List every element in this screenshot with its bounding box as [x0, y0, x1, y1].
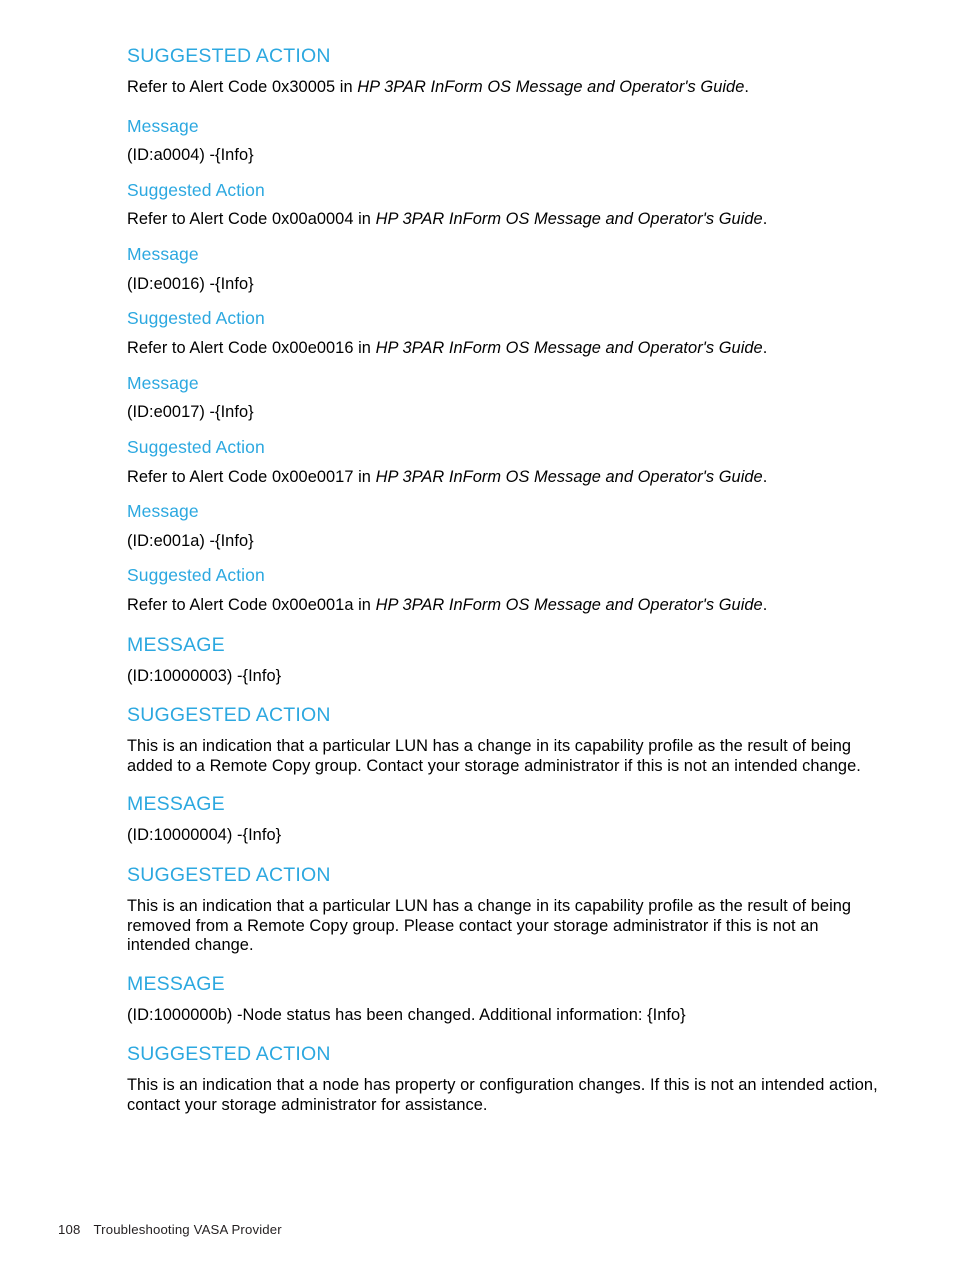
- heading-message: MESSAGE: [127, 793, 225, 816]
- guide-title-italic: HP 3PAR InForm OS Message and Operator's…: [357, 77, 745, 96]
- body-paragraph: Refer to Alert Code 0x00e0016 in HP 3PAR…: [127, 339, 882, 359]
- body-text-pre: Refer to Alert Code 0x00e0017 in: [127, 467, 376, 486]
- body-paragraph: (ID:10000004) -{Info}: [127, 826, 282, 845]
- body-paragraph: (ID:10000003) -{Info}: [127, 666, 282, 685]
- body-text-post: .: [744, 77, 749, 96]
- heading-suggested-action: Suggested Action: [127, 308, 265, 329]
- heading-message: MESSAGE: [127, 972, 225, 995]
- body-text-pre: Refer to Alert Code 0x00e001a in: [127, 596, 376, 615]
- footer-page-number: 108: [58, 1222, 81, 1237]
- section-suggested-action-0x30005: SUGGESTED ACTION Refer to Alert Code 0x3…: [127, 45, 882, 98]
- heading-suggested-action: SUGGESTED ACTION: [127, 1043, 331, 1066]
- body-text-pre: Refer to Alert Code 0x00a0004 in: [127, 210, 376, 229]
- body-paragraph: (ID:e001a) -{Info}: [127, 531, 254, 550]
- body-paragraph: (ID:e0017) -{Info}: [127, 403, 254, 422]
- section-suggested-action-0x00e0016: Suggested Action Refer to Alert Code 0x0…: [127, 309, 882, 358]
- body-paragraph: Refer to Alert Code 0x00a0004 in HP 3PAR…: [127, 210, 882, 230]
- body-paragraph: Refer to Alert Code 0x30005 in HP 3PAR I…: [127, 78, 882, 98]
- document-page: SUGGESTED ACTION Refer to Alert Code 0x3…: [0, 0, 954, 1271]
- body-text-pre: Refer to Alert Code 0x30005 in: [127, 77, 358, 96]
- section-message-10000003: MESSAGE (ID:10000003) -{Info}: [127, 633, 882, 687]
- body-paragraph: (ID:1000000b) -Node status has been chan…: [127, 1005, 686, 1024]
- section-message-10000004: MESSAGE (ID:10000004) -{Info}: [127, 794, 882, 846]
- page-footer: 108 Troubleshooting VASA Provider: [58, 1222, 282, 1237]
- heading-suggested-action: SUGGESTED ACTION: [127, 45, 331, 67]
- heading-message: Message: [127, 115, 199, 136]
- heading-message: Message: [127, 372, 199, 393]
- body-text-post: .: [762, 338, 768, 357]
- section-suggested-action-0x00e0017: Suggested Action Refer to Alert Code 0x0…: [127, 436, 882, 488]
- section-message-1000000b: MESSAGE (ID:1000000b) -Node status has b…: [127, 972, 882, 1026]
- guide-title-italic: HP 3PAR InForm OS Message and Operator's…: [375, 210, 763, 229]
- body-text-post: .: [762, 467, 768, 486]
- body-paragraph: (ID:a0004) -{Info}: [127, 146, 254, 165]
- section-suggested-action-10000003: SUGGESTED ACTION This is an indication t…: [127, 704, 882, 776]
- section-message-a0004: Message (ID:a0004) -{Info}: [127, 115, 882, 166]
- heading-message: Message: [127, 501, 199, 522]
- body-text-post: .: [762, 210, 768, 229]
- guide-title-italic: HP 3PAR InForm OS Message and Operator's…: [375, 596, 763, 615]
- heading-suggested-action: Suggested Action: [127, 179, 265, 200]
- body-paragraph: This is an indication that a particular …: [127, 896, 852, 955]
- section-suggested-action-1000000b: SUGGESTED ACTION This is an indication t…: [127, 1044, 882, 1115]
- heading-suggested-action: Suggested Action: [127, 436, 265, 457]
- body-paragraph: (ID:e0016) -{Info}: [127, 274, 254, 293]
- page-content: SUGGESTED ACTION Refer to Alert Code 0x3…: [127, 45, 882, 1116]
- section-message-e0016: Message (ID:e0016) -{Info}: [127, 244, 882, 294]
- body-paragraph: Refer to Alert Code 0x00e001a in HP 3PAR…: [127, 596, 882, 616]
- guide-title-italic: HP 3PAR InForm OS Message and Operator's…: [375, 338, 763, 357]
- section-message-e001a: Message (ID:e001a) -{Info}: [127, 502, 882, 551]
- heading-suggested-action: Suggested Action: [127, 565, 265, 586]
- section-suggested-action-0x00e001a: Suggested Action Refer to Alert Code 0x0…: [127, 566, 882, 615]
- footer-chapter-title: Troubleshooting VASA Provider: [93, 1222, 282, 1237]
- body-paragraph: This is an indication that a node has pr…: [127, 1076, 878, 1114]
- heading-message: Message: [127, 244, 199, 265]
- body-text-post: .: [762, 596, 768, 615]
- body-text-pre: Refer to Alert Code 0x00e0016 in: [127, 338, 376, 357]
- section-message-e0017: Message (ID:e0017) -{Info}: [127, 372, 882, 423]
- heading-suggested-action: SUGGESTED ACTION: [127, 704, 331, 727]
- guide-title-italic: HP 3PAR InForm OS Message and Operator's…: [375, 467, 763, 486]
- heading-suggested-action: SUGGESTED ACTION: [127, 864, 331, 886]
- section-suggested-action-0x00a0004: Suggested Action Refer to Alert Code 0x0…: [127, 179, 882, 230]
- heading-message: MESSAGE: [127, 633, 225, 656]
- body-paragraph: This is an indication that a particular …: [127, 737, 861, 775]
- section-suggested-action-10000004: SUGGESTED ACTION This is an indication t…: [127, 864, 882, 956]
- body-paragraph: Refer to Alert Code 0x00e0017 in HP 3PAR…: [127, 468, 882, 488]
